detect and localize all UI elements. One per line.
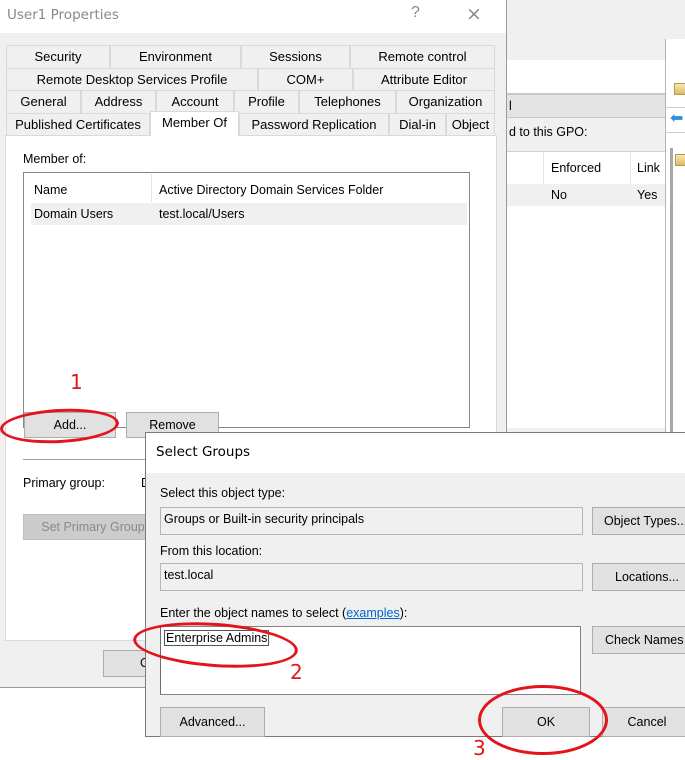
add-button[interactable]: Add...: [24, 412, 116, 438]
tab-published-certificates[interactable]: Published Certificates: [6, 113, 150, 136]
column-separator: [543, 152, 544, 184]
tab-password-replication[interactable]: Password Replication: [239, 113, 389, 136]
folder-icon: [675, 154, 685, 166]
member-of-label: Member of:: [23, 152, 87, 166]
tab-telephones[interactable]: Telephones: [299, 90, 396, 113]
title-bar: User1 Properties ? ×: [0, 0, 506, 33]
tab-row: Remote Desktop Services Profile COM+ Att…: [6, 68, 496, 91]
third-window-tree: [670, 148, 685, 438]
column-separator: [151, 174, 152, 202]
folder-icon: [674, 83, 685, 95]
tab-profile[interactable]: Profile: [234, 90, 299, 113]
background-list-header: Enforced Link: [506, 152, 666, 184]
title-bar: Select Groups: [146, 433, 685, 473]
examples-link[interactable]: examples: [346, 606, 400, 620]
group-folder: test.local/Users: [159, 207, 245, 221]
divider: [23, 459, 163, 460]
background-section-header: l: [506, 93, 666, 118]
cell-link-enabled: Yes: [637, 188, 658, 202]
primary-group-label: Primary group:: [23, 476, 105, 490]
column-header-folder[interactable]: Active Directory Domain Services Folder: [159, 183, 383, 197]
dialog-title: User1 Properties: [7, 7, 119, 23]
tab-environment[interactable]: Environment: [110, 45, 241, 68]
tab-remote-desktop-services-profile[interactable]: Remote Desktop Services Profile: [6, 68, 258, 91]
tab-row: Published Certificates Member Of Passwor…: [6, 111, 496, 136]
ok-button[interactable]: OK: [502, 707, 590, 737]
tab-address[interactable]: Address: [81, 90, 156, 113]
group-name: Domain Users: [34, 207, 114, 221]
column-header-enforced[interactable]: Enforced: [551, 161, 601, 175]
tab-attribute-editor[interactable]: Attribute Editor: [353, 68, 495, 91]
column-separator: [630, 152, 631, 184]
annotation-step-3: 3: [473, 736, 486, 760]
tab-security[interactable]: Security: [6, 45, 110, 68]
tab-dial-in[interactable]: Dial-in: [389, 113, 446, 136]
tab-object[interactable]: Object: [446, 113, 495, 136]
tab-remote-control[interactable]: Remote control: [350, 45, 495, 68]
member-of-list[interactable]: Name Active Directory Domain Services Fo…: [23, 172, 470, 428]
location-label: From this location:: [160, 544, 263, 558]
object-names-value[interactable]: Enterprise Admins: [164, 630, 270, 646]
location-field: test.local: [160, 563, 583, 591]
select-groups-dialog: Select Groups Select this object type: G…: [145, 432, 685, 737]
tab-row: Security Environment Sessions Remote con…: [6, 45, 496, 68]
set-primary-group-button[interactable]: Set Primary Group: [23, 514, 163, 540]
tab-account[interactable]: Account: [156, 90, 234, 113]
dialog-title: Select Groups: [156, 444, 251, 460]
object-types-button[interactable]: Object Types...: [592, 507, 685, 535]
tab-organization[interactable]: Organization: [396, 90, 495, 113]
tab-member-of[interactable]: Member Of: [150, 111, 239, 136]
tab-row: General Address Account Profile Telephon…: [6, 90, 496, 113]
column-header-name[interactable]: Name: [34, 183, 67, 197]
cell-enforced: No: [551, 188, 567, 202]
column-header-link[interactable]: Link: [637, 161, 660, 175]
tab-com-plus[interactable]: COM+: [258, 68, 353, 91]
background-header-text: l: [509, 99, 512, 113]
cancel-button[interactable]: Cancel: [602, 707, 685, 737]
object-names-label-suffix: ):: [399, 606, 408, 620]
object-names-label-prefix: Enter the object names to select (: [160, 606, 347, 620]
help-icon[interactable]: ?: [411, 4, 420, 22]
object-type-label: Select this object type:: [160, 486, 286, 500]
advanced-button[interactable]: Advanced...: [160, 707, 265, 737]
third-window: ⬅: [665, 39, 685, 438]
check-names-button[interactable]: Check Names: [592, 626, 685, 654]
list-item[interactable]: Domain Users test.local/Users: [31, 203, 467, 225]
tab-general[interactable]: General: [6, 90, 81, 113]
background-toolbar-area: [506, 60, 685, 93]
background-gpo-window: l d to this GPO: Enforced Link No Yes: [505, 0, 685, 438]
background-linked-label: d to this GPO:: [509, 125, 588, 139]
close-icon[interactable]: ×: [466, 3, 482, 25]
locations-button[interactable]: Locations...: [592, 563, 685, 591]
table-row[interactable]: No Yes: [506, 184, 666, 206]
object-names-label: Enter the object names to select (exampl…: [160, 606, 407, 620]
object-type-field: Groups or Built-in security principals: [160, 507, 583, 535]
back-arrow-icon[interactable]: ⬅: [670, 111, 683, 127]
tab-sessions[interactable]: Sessions: [241, 45, 350, 68]
background-links-list: Enforced Link No Yes: [506, 151, 666, 428]
